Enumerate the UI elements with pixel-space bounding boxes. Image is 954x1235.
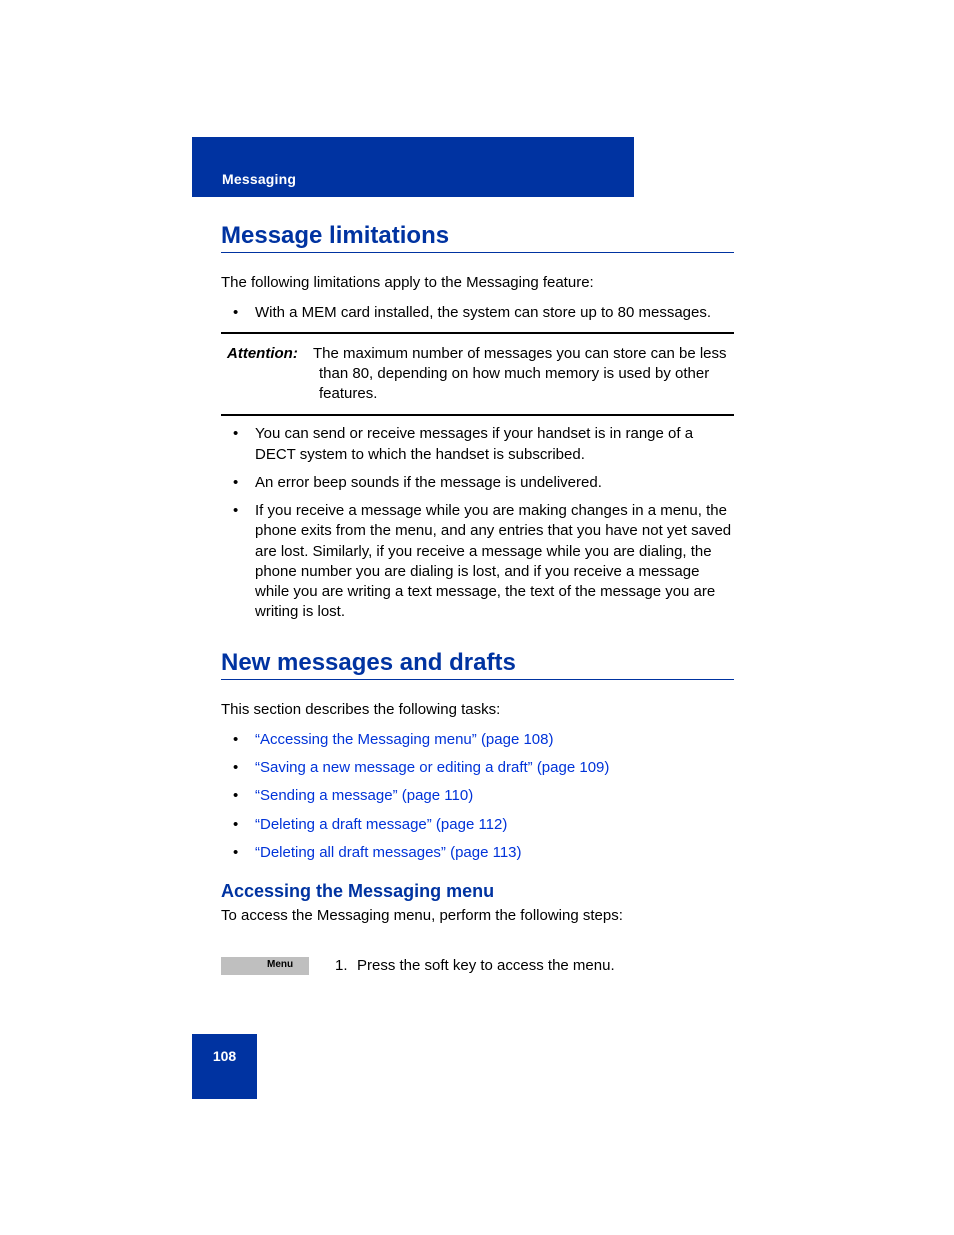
list-item: “Sending a message” (page 110): [221, 786, 734, 806]
link-list: “Accessing the Messaging menu” (page 108…: [221, 730, 734, 863]
list-item: An error beep sounds if the message is u…: [221, 473, 734, 493]
page-number-box: 108: [192, 1034, 257, 1099]
cross-reference-link[interactable]: “Accessing the Messaging menu” (page 108…: [255, 731, 554, 748]
subsection-intro: To access the Messaging menu, perform th…: [221, 906, 734, 926]
step-row: Menu 1.Press the soft key to access the …: [221, 956, 734, 976]
list-item: “Accessing the Messaging menu” (page 108…: [221, 730, 734, 750]
softkey-graphic: Menu: [221, 957, 309, 975]
list-item: “Saving a new message or editing a draft…: [221, 758, 734, 778]
attention-label: Attention:: [227, 344, 313, 364]
intro-paragraph: The following limitations apply to the M…: [221, 273, 734, 293]
cross-reference-link[interactable]: “Deleting all draft messages” (page 113): [255, 844, 522, 861]
attention-box: Attention:The maximum number of messages…: [221, 332, 734, 417]
list-item: “Deleting a draft message” (page 112): [221, 815, 734, 835]
subsection-title: Accessing the Messaging menu: [221, 881, 734, 902]
softkey-label: Menu: [267, 959, 293, 970]
section-title-drafts: New messages and drafts: [221, 649, 734, 680]
cross-reference-link[interactable]: “Sending a message” (page 110): [255, 787, 473, 804]
bullet-list-a: With a MEM card installed, the system ca…: [221, 303, 734, 323]
page-content: Message limitations The following limita…: [221, 210, 734, 977]
list-item: With a MEM card installed, the system ca…: [221, 303, 734, 323]
list-item: You can send or receive messages if your…: [221, 424, 734, 465]
header-section-label: Messaging: [222, 171, 296, 187]
bullet-list-b: You can send or receive messages if your…: [221, 424, 734, 622]
list-item: If you receive a message while you are m…: [221, 501, 734, 623]
attention-text: The maximum number of messages you can s…: [313, 345, 727, 403]
document-page: Messaging Message limitations The follow…: [0, 0, 954, 1235]
list-item: “Deleting all draft messages” (page 113): [221, 843, 734, 863]
section-title-limitations: Message limitations: [221, 222, 734, 253]
page-number: 108: [192, 1048, 257, 1064]
cross-reference-link[interactable]: “Deleting a draft message” (page 112): [255, 816, 507, 833]
cross-reference-link[interactable]: “Saving a new message or editing a draft…: [255, 759, 609, 776]
step-text: 1.Press the soft key to access the menu.: [335, 956, 615, 976]
step-number: 1.: [335, 956, 357, 976]
intro-paragraph: This section describes the following tas…: [221, 700, 734, 720]
step-instruction: Press the soft key to access the menu.: [357, 957, 615, 974]
header-band: Messaging: [192, 137, 634, 197]
